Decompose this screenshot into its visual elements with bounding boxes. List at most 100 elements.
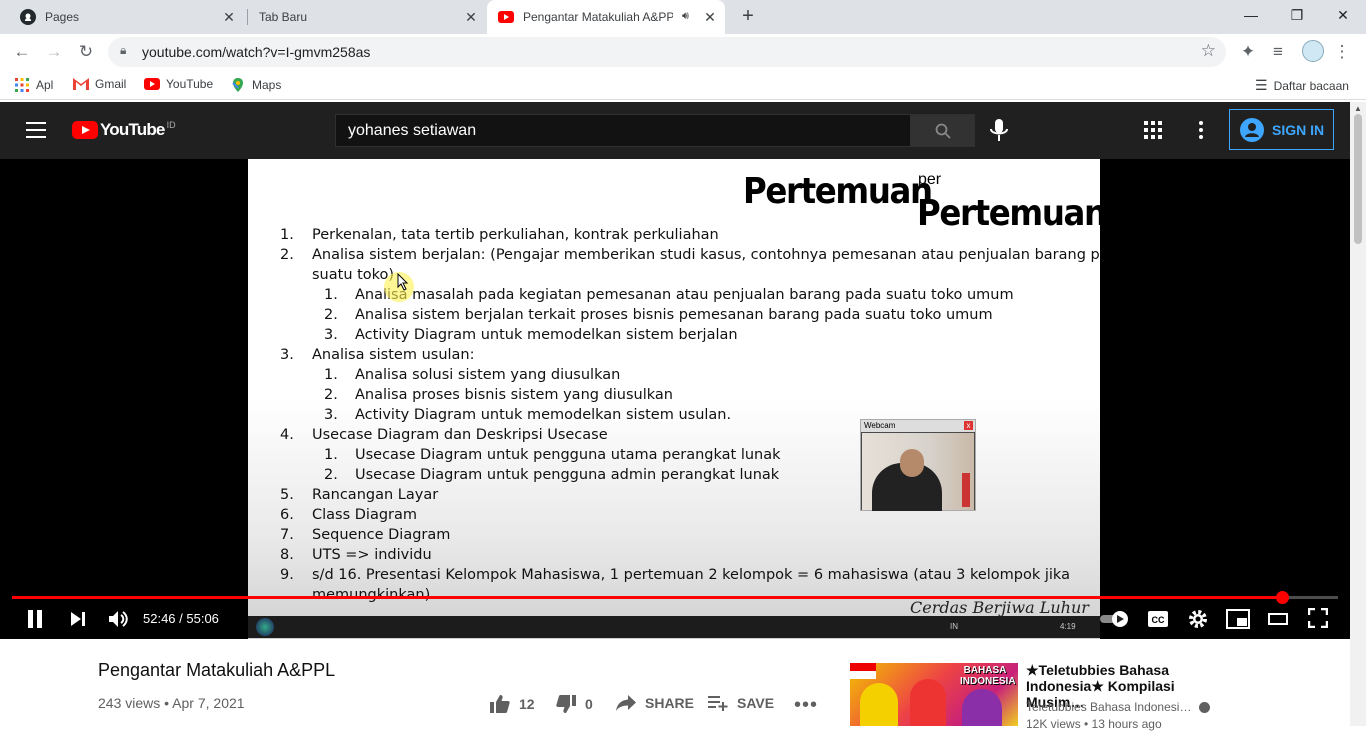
github-icon (20, 9, 36, 25)
slide-title-main: Pertemuan (743, 171, 933, 212)
extensions-puzzle-icon[interactable]: ✦ (1236, 40, 1260, 64)
autoplay-toggle-icon[interactable] (1100, 610, 1130, 628)
sign-in-button[interactable]: SIGN IN (1229, 109, 1334, 150)
thumbs-up-icon (490, 695, 510, 713)
menu-kebab-icon[interactable]: ⋮ (1330, 40, 1354, 64)
youtube-apps-icon[interactable] (1144, 121, 1162, 139)
bookmark-gmail[interactable]: Gmail (73, 77, 126, 91)
agenda-number: 1. (324, 367, 338, 383)
recommended-views: 12K views • 13 hours ago (1026, 717, 1162, 731)
agenda-item-text: Analisa proses bisnis sistem yang diusul… (355, 387, 673, 403)
playlist-add-icon (708, 696, 728, 711)
windows-start-icon (256, 618, 274, 636)
agenda-item-text: Perkenalan, tata tertib perkuliahan, kon… (312, 227, 719, 243)
teletubby-purple (962, 689, 1002, 726)
restore-button[interactable]: ❐ (1274, 0, 1320, 30)
mouse-cursor-icon (397, 273, 409, 291)
minimize-button[interactable]: — (1228, 0, 1274, 30)
microphone-icon[interactable] (988, 118, 1010, 144)
scroll-up-arrow-icon[interactable]: ▲ (1354, 104, 1362, 113)
video-player[interactable]: Pertemuan per Pertemuan 1. Perkenalan, ta… (0, 159, 1350, 639)
miniplayer-icon[interactable] (1226, 609, 1250, 629)
bookmark-youtube[interactable]: YouTube (144, 77, 213, 91)
captions-icon[interactable]: CC (1147, 610, 1169, 628)
hamburger-menu-icon[interactable] (26, 122, 46, 138)
time-display: 52:46 / 55:06 (143, 611, 219, 626)
fullscreen-icon[interactable] (1308, 608, 1328, 628)
tab-pages[interactable]: Pages ✕ (8, 0, 244, 34)
youtube-logo[interactable]: YouTube ID (72, 120, 176, 140)
agenda-number: 1. (280, 227, 294, 243)
save-label: SAVE (737, 695, 775, 711)
media-control-icon[interactable]: ≡ (1266, 40, 1290, 64)
theater-mode-icon[interactable] (1268, 611, 1288, 627)
speaker-icon[interactable]: 🔊︎ (682, 10, 689, 23)
agenda-number: 2. (324, 307, 338, 323)
recommended-video-thumbnail[interactable]: BAHASA INDONESIA (850, 663, 1018, 726)
thumbs-down-icon (556, 695, 576, 713)
share-arrow-icon (616, 695, 636, 711)
like-count: 12 (519, 696, 535, 712)
next-video-icon[interactable] (69, 610, 87, 628)
bookmark-label: Apl (36, 78, 54, 92)
agenda-number: 9. (280, 567, 294, 583)
webcam-title: Webcam x (861, 420, 975, 432)
agenda-number: 5. (280, 487, 294, 503)
bookmark-maps[interactable]: Maps (230, 77, 281, 93)
close-icon[interactable]: ✕ (464, 10, 478, 24)
close-icon: x (964, 421, 973, 430)
progress-played (12, 596, 1282, 599)
reading-list-button[interactable]: ☰ Daftar bacaan (1255, 77, 1349, 94)
new-tab-button[interactable]: + (738, 6, 758, 27)
agenda-number: 6. (280, 507, 294, 523)
forward-arrow-icon[interactable]: → (42, 40, 66, 64)
indonesia-flag-icon (850, 663, 876, 671)
agenda-number: 8. (280, 547, 294, 563)
close-icon[interactable]: ✕ (703, 10, 717, 24)
profile-avatar[interactable] (1302, 40, 1324, 62)
search-box[interactable] (335, 114, 911, 147)
tab-youtube-active[interactable]: Pengantar Matakuliah A&PPL 🔊︎ ✕ (487, 0, 725, 34)
youtube-icon (498, 11, 514, 23)
close-icon[interactable]: ✕ (222, 10, 236, 24)
agenda-item-text: Activity Diagram untuk memodelkan sistem… (355, 327, 738, 343)
reload-icon[interactable]: ↻ (74, 40, 98, 64)
bookmark-star-icon[interactable]: ☆ (1201, 41, 1216, 61)
share-label: SHARE (645, 695, 695, 711)
bookmark-apl[interactable]: Apl (14, 77, 53, 93)
teletubby-yellow (860, 683, 898, 726)
recommended-channel[interactable]: Teletubbies Bahasa Indonesi… (1026, 700, 1210, 714)
share-button[interactable]: SHARE (615, 694, 694, 712)
search-button[interactable] (910, 114, 975, 147)
user-avatar-icon (1240, 117, 1264, 142)
taskbar-lang: IN (950, 622, 958, 631)
agenda-item-text: Analisa solusi sistem yang diusulkan (355, 367, 621, 383)
dislike-button[interactable]: 0 (555, 694, 593, 714)
search-input[interactable] (336, 115, 910, 146)
tab-title: Pengantar Matakuliah A&PPL (523, 10, 673, 24)
lock-icon[interactable]: 🔒︎ (120, 43, 126, 58)
agenda-number: 2. (324, 467, 338, 483)
scrollbar-thumb[interactable] (1354, 114, 1362, 244)
volume-icon[interactable] (106, 607, 130, 631)
progress-scrubber[interactable] (1276, 591, 1289, 604)
like-button[interactable]: 12 (489, 694, 535, 714)
pause-icon[interactable] (26, 609, 44, 629)
reading-list-icon: ☰ (1255, 77, 1268, 93)
svg-text:CC: CC (1152, 615, 1165, 625)
address-bar[interactable]: 🔒︎ youtube.com/watch?v=I-gmvm258as ☆ (108, 37, 1226, 67)
tab-new-tab[interactable]: Tab Baru ✕ (250, 0, 486, 34)
back-arrow-icon[interactable]: ← (10, 40, 34, 64)
agenda-item-text: Analisa sistem berjalan terkait proses b… (355, 307, 993, 323)
country-code: ID (166, 120, 176, 130)
settings-gear-icon[interactable] (1187, 608, 1209, 630)
more-actions-icon[interactable]: ••• (794, 694, 818, 717)
settings-kebab-icon[interactable] (1198, 120, 1204, 140)
slide-title-per: per (918, 171, 942, 188)
agenda-item-text: Usecase Diagram dan Deskripsi Usecase (312, 427, 608, 443)
page-scrollbar[interactable]: ▲ (1350, 102, 1366, 726)
agenda-item-text: UTS => individu (312, 547, 432, 563)
save-button[interactable]: SAVE (707, 694, 774, 712)
agenda-item-text: Analisa sistem usulan: (312, 347, 475, 363)
close-window-button[interactable]: ✕ (1320, 0, 1366, 30)
